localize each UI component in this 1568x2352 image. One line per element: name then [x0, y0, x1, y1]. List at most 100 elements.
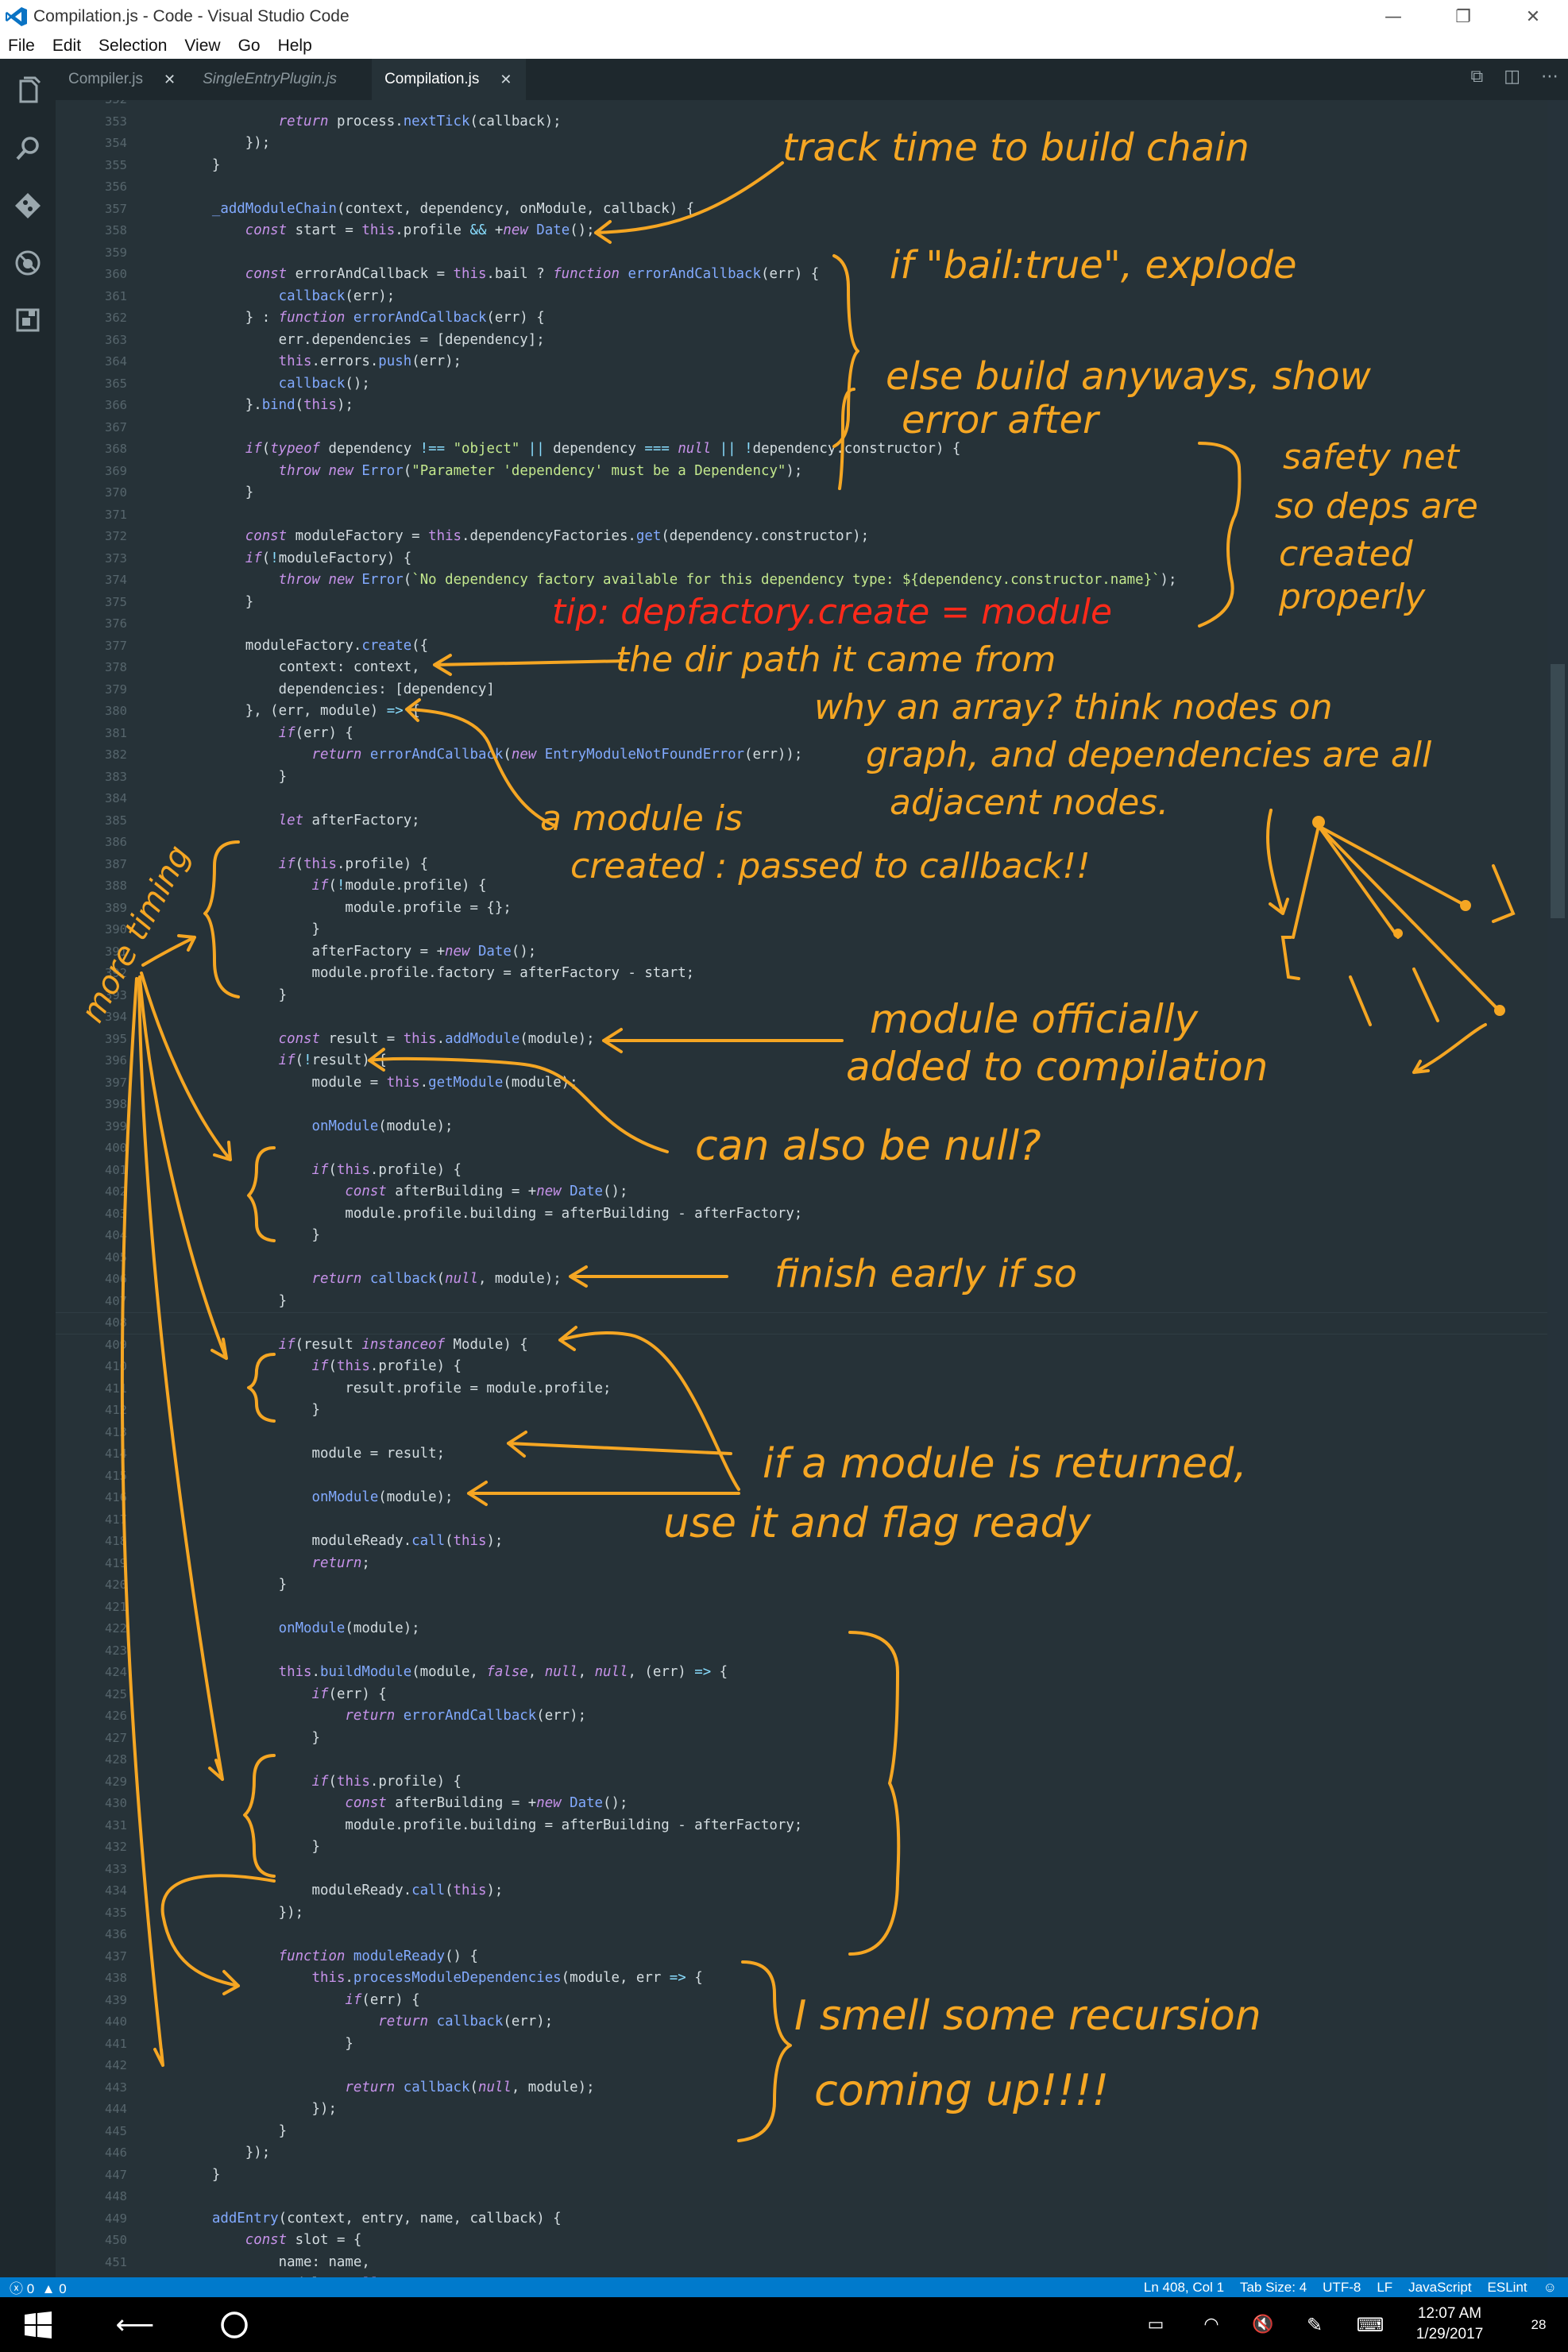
language-mode[interactable]: JavaScript — [1408, 2280, 1471, 2296]
tab-size[interactable]: Tab Size: 4 — [1240, 2280, 1307, 2296]
code-line: module = result; — [179, 1446, 446, 1462]
code-editor[interactable]: 352 353 return process.nextTick(callback)… — [56, 100, 1568, 2277]
extensions-icon[interactable] — [11, 303, 44, 337]
action-center-icon[interactable]: 28 — [1509, 2297, 1568, 2352]
code-line: moduleReady.call(this); — [179, 1883, 504, 1898]
scrollbar-thumb[interactable] — [1551, 664, 1565, 918]
line-number: 444 — [105, 2102, 127, 2116]
clock-time: 12:07 AM — [1417, 2305, 1482, 2322]
end-of-line[interactable]: LF — [1377, 2280, 1392, 2296]
line-number: 393 — [105, 987, 127, 1002]
code-line: if(this.profile) { — [311, 1773, 462, 1790]
code-line: const afterBuilding = +new Date(); — [345, 1184, 628, 1199]
line-number: 431 — [105, 1817, 127, 1833]
encoding[interactable]: UTF-8 — [1323, 2280, 1361, 2296]
close-window-button[interactable]: ✕ — [1498, 7, 1568, 27]
menu-selection[interactable]: Selection — [98, 37, 167, 56]
tab-label: Compilation.js — [384, 71, 480, 87]
line-number: 406 — [105, 1272, 127, 1286]
tab-compilation-js[interactable]: Compilation.js ✕ — [372, 59, 527, 100]
pen-icon[interactable]: ✎ — [1295, 2297, 1334, 2352]
line-number: 391 — [105, 944, 127, 959]
tab-singleentryplugin-js[interactable]: SingleEntryPlugin.js — [190, 59, 372, 100]
warning-icon: ▲ — [37, 2281, 56, 2296]
status-problems[interactable]: ⓧ 0 ▲ 0 — [0, 2277, 1144, 2297]
code-line: const moduleFactory = this.dependencyFac… — [245, 528, 870, 544]
cursor-position[interactable]: Ln 408, Col 1 — [1144, 2280, 1224, 2296]
line-number: 410 — [105, 1359, 127, 1373]
open-changes-icon[interactable]: ⧉ — [1470, 67, 1483, 87]
cortana-icon[interactable] — [210, 2297, 258, 2352]
line-number: 435 — [105, 1905, 127, 1920]
battery-icon[interactable]: ▭ — [1136, 2297, 1176, 2352]
taskbar-clock[interactable]: 12:07 AM 1/29/2017 — [1398, 2304, 1501, 2345]
feedback-smiley-icon[interactable]: ☺ — [1543, 2280, 1557, 2296]
line-number: 385 — [105, 813, 127, 828]
line-number: 416 — [105, 1490, 127, 1504]
split-editor-icon[interactable]: ◫ — [1504, 67, 1520, 87]
code-line: if(err) { — [311, 1686, 387, 1702]
error-icon: ⓧ — [10, 2281, 23, 2296]
line-number: 407 — [105, 1293, 127, 1308]
code-line: afterFactory = +new Date(); — [179, 943, 537, 960]
code-line: if(result instanceof Module) { — [278, 1336, 528, 1353]
line-number: 433 — [105, 1861, 127, 1876]
code-line: if(this.profile) { — [311, 1161, 462, 1178]
code-line: } — [179, 1227, 320, 1243]
minimize-button[interactable]: — — [1358, 7, 1428, 27]
explorer-icon[interactable] — [11, 75, 44, 108]
debug-icon[interactable] — [11, 246, 44, 280]
line-number: 379 — [105, 682, 127, 697]
line-number: 409 — [105, 1337, 127, 1352]
line-number: 446 — [105, 2145, 127, 2160]
windows-start-icon[interactable] — [14, 2297, 62, 2352]
close-icon[interactable]: ✕ — [164, 71, 176, 88]
close-icon[interactable]: ✕ — [500, 71, 512, 88]
restore-button[interactable]: ❐ — [1428, 7, 1498, 27]
back-icon[interactable]: ⟵ — [111, 2297, 159, 2352]
linter-status[interactable]: ESLint — [1488, 2280, 1527, 2296]
menu-view[interactable]: View — [184, 37, 220, 56]
code-line: if(this.profile) { — [278, 855, 429, 872]
volume-muted-icon[interactable]: 🔇 — [1243, 2297, 1283, 2352]
warning-count: 0 — [59, 2281, 67, 2296]
git-icon[interactable] — [11, 189, 44, 222]
menu-go[interactable]: Go — [238, 37, 261, 56]
line-number: 368 — [105, 442, 127, 456]
line-number: 405 — [105, 1249, 127, 1265]
tab-label: SingleEntryPlugin.js — [203, 71, 338, 87]
code-line: } — [179, 987, 288, 1003]
code-line: return; — [311, 1554, 370, 1571]
code-line: } — [179, 485, 254, 500]
line-number: 377 — [105, 638, 127, 653]
vscode-logo-icon — [6, 7, 27, 26]
wifi-icon[interactable]: ◠ — [1191, 2297, 1231, 2352]
code-line: } — [179, 1839, 320, 1855]
code-line: if(err) { — [278, 724, 353, 741]
line-number: 412 — [105, 1403, 127, 1417]
line-number: 362 — [105, 311, 127, 325]
keyboard-icon[interactable]: ⌨ — [1350, 2297, 1390, 2352]
code-line: err.dependencies = [dependency]; — [179, 331, 545, 348]
line-number: 419 — [105, 1555, 127, 1570]
code-line: }); — [179, 2145, 271, 2161]
line-number: 382 — [105, 747, 127, 762]
code-line: moduleFactory.create({ — [179, 637, 429, 654]
editor-scrollbar[interactable] — [1547, 100, 1568, 2277]
line-number: 438 — [105, 1971, 127, 1985]
line-number: 422 — [105, 1621, 127, 1636]
code-line: if(typeof dependency !== "object" || dep… — [245, 441, 961, 457]
line-number: 443 — [105, 2080, 127, 2095]
menu-file[interactable]: File — [8, 37, 35, 56]
line-number: 397 — [105, 1075, 127, 1090]
line-number: 390 — [105, 922, 127, 937]
line-number: 366 — [105, 398, 127, 412]
more-icon[interactable]: ⋯ — [1541, 67, 1558, 87]
menu-help[interactable]: Help — [278, 37, 312, 56]
line-number: 424 — [105, 1665, 127, 1679]
search-icon[interactable] — [11, 132, 44, 165]
tab-compiler-js[interactable]: Compiler.js ✕ — [56, 59, 190, 100]
menu-edit[interactable]: Edit — [52, 37, 81, 56]
line-number: 371 — [105, 507, 127, 522]
code-line: throw new Error("Parameter 'dependency' … — [278, 462, 803, 479]
